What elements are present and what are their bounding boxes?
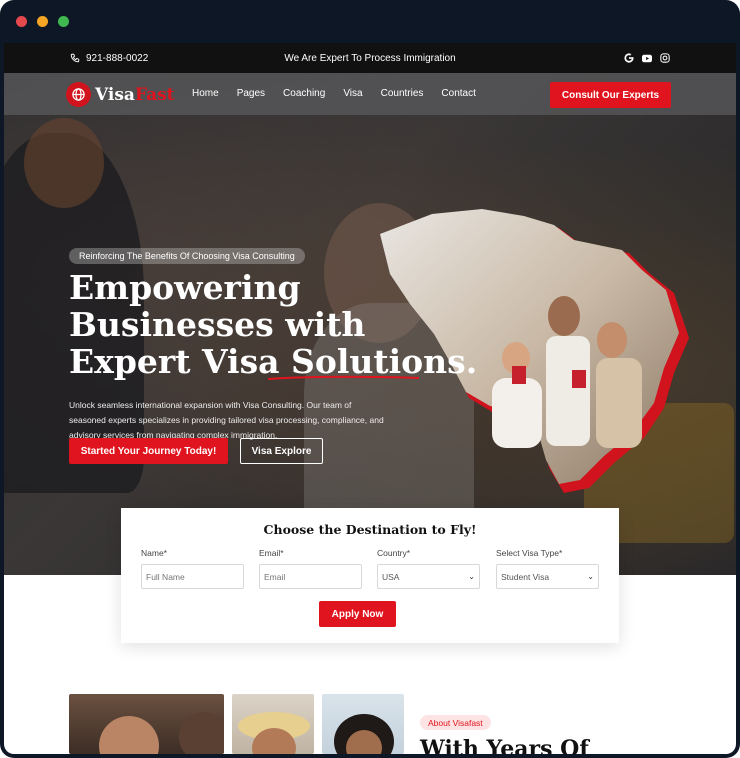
- main-navigation: VisaFast Home Pages Coaching Visa Countr…: [4, 73, 736, 115]
- name-input[interactable]: [146, 571, 239, 582]
- logo-text-main: Visa: [95, 84, 135, 105]
- field-label: Email*: [259, 548, 284, 558]
- apply-now-button[interactable]: Apply Now: [319, 601, 396, 627]
- logo-wordmark: VisaFast: [95, 85, 175, 105]
- site-logo[interactable]: VisaFast: [66, 82, 175, 107]
- nav-item-contact[interactable]: Contact: [441, 88, 475, 99]
- consult-experts-button[interactable]: Consult Our Experts: [550, 82, 671, 108]
- family-mother-face: [597, 322, 627, 358]
- youtube-icon[interactable]: [642, 53, 652, 63]
- logo-text-accent: Fast: [134, 84, 175, 105]
- passport-prop: [572, 370, 586, 388]
- headline-line: Businesses with: [69, 305, 366, 344]
- about-heading: With Years Of: [420, 736, 589, 754]
- country-select[interactable]: USA ⌄: [377, 564, 480, 589]
- name-field: Name*: [141, 548, 244, 589]
- window-controls: [16, 16, 69, 27]
- email-input[interactable]: [264, 571, 357, 582]
- destination-form: Choose the Destination to Fly! Name* Ema…: [121, 508, 619, 643]
- about-image: [322, 694, 404, 754]
- about-image: [69, 694, 224, 754]
- nav-item-home[interactable]: Home: [192, 88, 219, 99]
- maximize-window-dot[interactable]: [58, 16, 69, 27]
- nav-item-pages[interactable]: Pages: [237, 88, 265, 99]
- headline-line: Empowering: [69, 268, 301, 307]
- start-journey-button[interactable]: Started Your Journey Today!: [69, 438, 228, 464]
- nav-menu: Home Pages Coaching Visa Countries Conta…: [192, 88, 494, 99]
- social-links: [624, 53, 670, 63]
- name-input-box: [141, 564, 244, 589]
- hero-eyebrow-badge: Reinforcing The Benefits Of Choosing Vis…: [69, 248, 305, 264]
- field-label: Country*: [377, 548, 411, 558]
- email-field: Email*: [259, 548, 362, 589]
- form-title: Choose the Destination to Fly!: [263, 522, 477, 537]
- chevron-down-icon: ⌄: [468, 572, 475, 581]
- close-window-dot[interactable]: [16, 16, 27, 27]
- family-father-face: [548, 296, 580, 336]
- nav-item-countries[interactable]: Countries: [381, 88, 424, 99]
- hero-headline: Empowering Businesses with Expert Visa S…: [69, 268, 477, 380]
- instagram-icon[interactable]: [660, 53, 670, 63]
- country-selected-value: USA: [382, 571, 400, 582]
- chevron-down-icon: ⌄: [587, 572, 594, 581]
- passport-prop: [512, 366, 526, 384]
- field-label: Select Visa Type*: [496, 548, 563, 558]
- browser-frame: 921-888-0022 We Are Expert To Process Im…: [0, 0, 740, 758]
- top-info-bar: 921-888-0022 We Are Expert To Process Im…: [4, 43, 736, 73]
- hero-section: VisaFast Home Pages Coaching Visa Countr…: [4, 73, 736, 575]
- visa-explore-button[interactable]: Visa Explore: [240, 438, 323, 464]
- visa-type-selected-value: Student Visa: [501, 571, 550, 582]
- minimize-window-dot[interactable]: [37, 16, 48, 27]
- field-label: Name*: [141, 548, 167, 558]
- hero-description: Unlock seamless international expansion …: [69, 400, 384, 440]
- nav-item-visa[interactable]: Visa: [343, 88, 362, 99]
- page-viewport: 921-888-0022 We Are Expert To Process Im…: [4, 43, 736, 754]
- globe-icon: [66, 82, 91, 107]
- google-icon[interactable]: [624, 53, 634, 63]
- about-image: [232, 694, 314, 754]
- country-field: Country* USA ⌄: [377, 548, 480, 589]
- visa-type-field: Select Visa Type* Student Visa ⌄: [496, 548, 599, 589]
- nav-item-coaching[interactable]: Coaching: [283, 88, 325, 99]
- about-badge: About Visafast: [420, 715, 491, 730]
- headline-underline-decoration: [267, 375, 420, 380]
- email-input-box: [259, 564, 362, 589]
- visa-type-select[interactable]: Student Visa ⌄: [496, 564, 599, 589]
